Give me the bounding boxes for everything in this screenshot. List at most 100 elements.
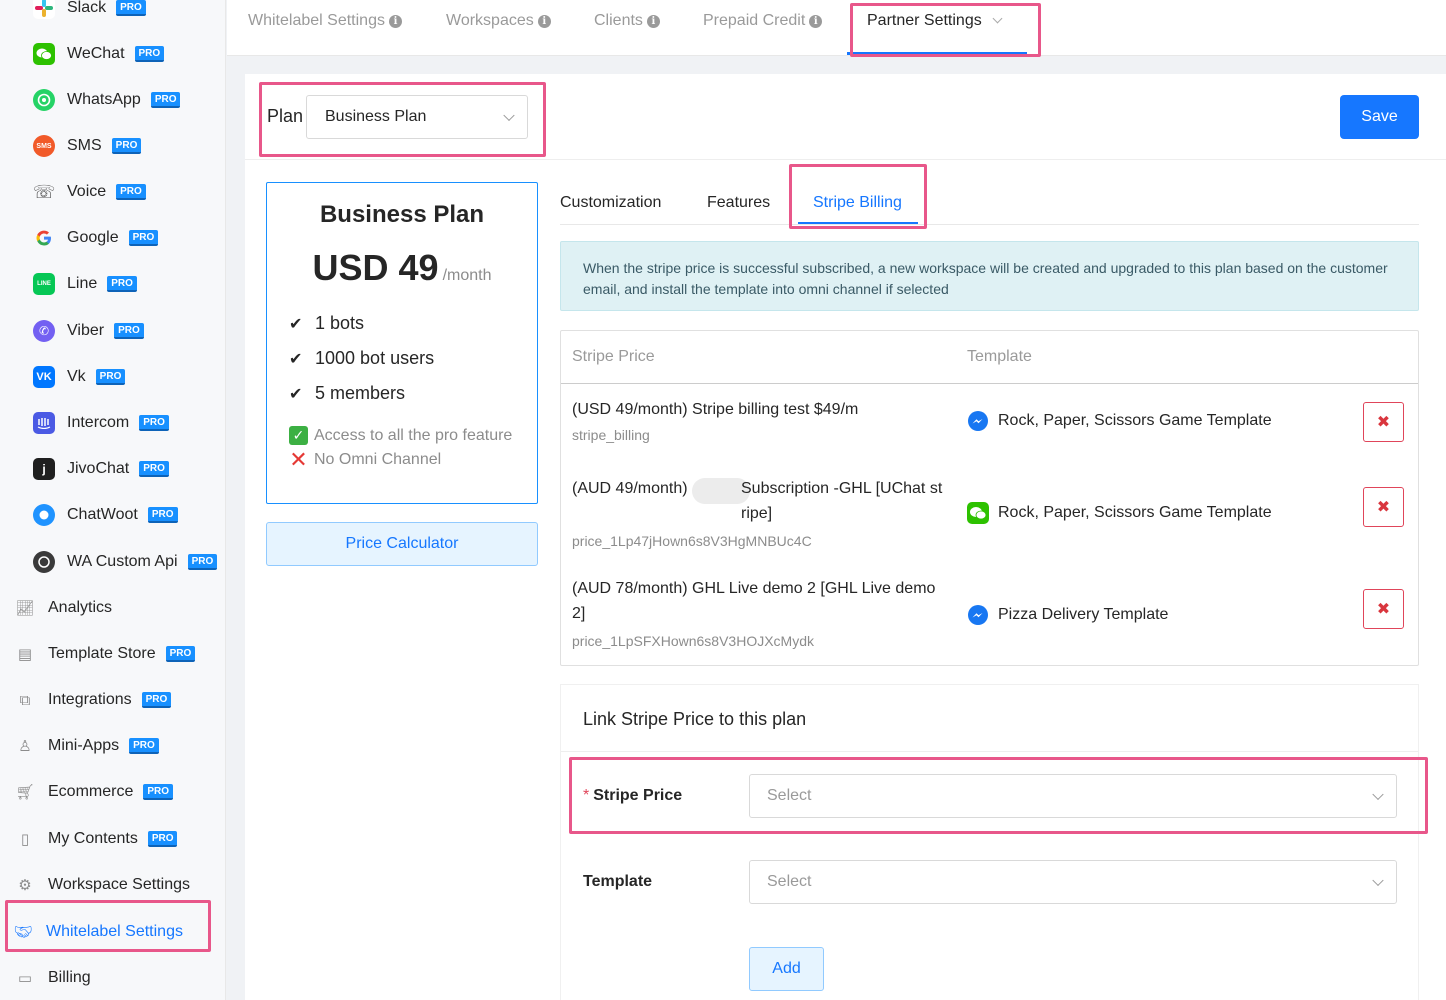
check-icon: ✔ bbox=[289, 385, 303, 403]
tab-customization[interactable]: Customization bbox=[560, 194, 661, 212]
tab-partner-settings[interactable]: Partner Settings bbox=[867, 12, 1003, 30]
price-title: (AUD 49/month) Subscription -GHL [UChat … bbox=[572, 476, 947, 522]
sidebar-item-label: Mini-Apps bbox=[48, 737, 120, 754]
sidebar-item-slack[interactable]: Slack PRO bbox=[33, 0, 146, 28]
billing-icon: ▭ bbox=[17, 970, 33, 987]
pro-badge: PRO bbox=[141, 692, 172, 708]
sidebar-item-analytics[interactable]: 📈︎ Analytics bbox=[14, 588, 112, 628]
messenger-icon bbox=[967, 604, 989, 626]
tab-workspaces[interactable]: Workspaces i bbox=[446, 12, 551, 30]
pro-badge: PRO bbox=[95, 369, 126, 385]
plan-price: USD 49 bbox=[312, 247, 439, 288]
sidebar-item-jivochat[interactable]: j JivoChat PRO bbox=[33, 449, 169, 489]
sidebar-item-wechat[interactable]: WeChat PRO bbox=[33, 34, 165, 74]
template-cell: Pizza Delivery Template bbox=[967, 604, 1168, 626]
pro-badge: PRO bbox=[111, 138, 142, 154]
sidebar-item-label: Analytics bbox=[48, 599, 113, 616]
info-icon: i bbox=[388, 14, 402, 28]
delete-button[interactable]: ✖ bbox=[1363, 402, 1404, 442]
chevron-down-icon bbox=[1372, 788, 1384, 801]
pro-badge: PRO bbox=[147, 831, 178, 847]
sidebar-item-voice[interactable]: ☏ Voice PRO bbox=[33, 172, 146, 212]
template-name: Pizza Delivery Template bbox=[998, 606, 1169, 623]
feature-text: 1 bots bbox=[315, 313, 365, 333]
sidebar-item-whatsapp[interactable]: WhatsApp PRO bbox=[33, 80, 181, 120]
sidebar-item-label: Vk bbox=[67, 368, 86, 385]
plan-select[interactable]: Business Plan bbox=[306, 95, 528, 139]
sidebar-item-workspace-settings[interactable]: ⚙ Workspace Settings bbox=[14, 865, 190, 905]
chevron-down-icon bbox=[503, 109, 515, 122]
price-calculator-button[interactable]: Price Calculator bbox=[266, 522, 538, 566]
sidebar-item-line[interactable]: LINE Line PRO bbox=[33, 264, 137, 304]
tab-label: Partner Settings bbox=[867, 12, 982, 29]
plan-name: Business Plan bbox=[319, 201, 485, 228]
pro-badge: PRO bbox=[150, 92, 181, 108]
select-placeholder: Select bbox=[767, 787, 812, 804]
plan-feature: ✔ 1 bots bbox=[289, 313, 364, 334]
pro-badge: PRO bbox=[187, 554, 218, 570]
wechat-icon bbox=[967, 502, 989, 524]
gear-icon: ⚙ bbox=[18, 877, 32, 894]
sidebar-item-integrations[interactable]: ⧉ Integrations PRO bbox=[14, 680, 172, 720]
template-name: Rock, Paper, Scissors Game Template bbox=[998, 504, 1272, 521]
wechat-icon bbox=[33, 43, 55, 65]
active-tab-underline bbox=[847, 52, 1027, 55]
sidebar-item-label: ChatWoot bbox=[67, 506, 138, 523]
extra-text: No Omni Channel bbox=[314, 450, 442, 468]
select-placeholder: Select bbox=[767, 873, 812, 890]
pro-badge: PRO bbox=[147, 507, 178, 523]
wa-custom-api-icon bbox=[33, 551, 55, 573]
stripe-price-select[interactable]: Select bbox=[749, 774, 1397, 818]
tab-clients[interactable]: Clients i bbox=[594, 12, 660, 30]
tab-whitelabel-settings[interactable]: Whitelabel Settings i bbox=[248, 12, 402, 30]
sidebar-item-whitelabel-settings[interactable]: 🤝︎ Whitelabel Settings bbox=[12, 912, 183, 952]
price-title: (USD 49/month) Stripe billing test $49/m bbox=[572, 401, 859, 418]
info-icon: i bbox=[809, 14, 823, 28]
handshake-icon: 🤝︎ bbox=[13, 924, 33, 941]
google-icon bbox=[33, 227, 55, 249]
add-button[interactable]: Add bbox=[749, 947, 824, 991]
tab-stripe-billing[interactable]: Stripe Billing bbox=[813, 194, 902, 212]
sidebar-item-my-contents[interactable]: ▯ My Contents PRO bbox=[14, 819, 178, 859]
info-icon: i bbox=[537, 14, 551, 28]
column-header-template: Template bbox=[967, 348, 1032, 365]
plan-select-value: Business Plan bbox=[325, 108, 427, 125]
sidebar-item-viber[interactable]: ✆ Viber PRO bbox=[33, 311, 144, 351]
sidebar-item-vk[interactable]: VK Vk PRO bbox=[33, 357, 126, 397]
sidebar-item-intercom[interactable]: Intercom PRO bbox=[33, 403, 169, 443]
active-tab-underline bbox=[798, 222, 918, 224]
table-row: (USD 49/month) Stripe billing test $49/m… bbox=[561, 384, 1418, 467]
tab-label: Prepaid Credit bbox=[703, 12, 806, 29]
sidebar-item-label: WhatsApp bbox=[67, 91, 141, 108]
sidebar-item-sms[interactable]: SMS SMS PRO bbox=[33, 126, 142, 166]
sidebar-item-ecommerce[interactable]: 🛒︎ Ecommerce PRO bbox=[14, 772, 174, 812]
template-select[interactable]: Select bbox=[749, 860, 1397, 904]
price-id: stripe_billing bbox=[572, 427, 650, 443]
delete-button[interactable]: ✖ bbox=[1363, 589, 1404, 629]
check-box-icon: ✓ bbox=[289, 426, 308, 445]
feature-text: 5 members bbox=[315, 383, 406, 403]
sidebar-item-label: Voice bbox=[67, 183, 107, 200]
pro-badge: PRO bbox=[116, 0, 146, 16]
chevron-down-icon bbox=[1372, 874, 1384, 887]
plan-feature: ✔ 1000 bot users bbox=[289, 348, 434, 369]
tab-prepaid-credit[interactable]: Prepaid Credit i bbox=[703, 12, 823, 30]
sidebar-item-chatwoot[interactable]: ChatWoot PRO bbox=[33, 495, 178, 535]
sidebar-item-google[interactable]: Google PRO bbox=[33, 218, 159, 258]
sidebar-item-label: Slack bbox=[67, 0, 107, 16]
sidebar-item-billing[interactable]: ▭ Billing bbox=[14, 958, 91, 998]
required-mark: * bbox=[583, 787, 590, 804]
sidebar-item-label: Integrations bbox=[48, 691, 132, 708]
sidebar-item-wa-custom-api[interactable]: WA Custom Api PRO bbox=[33, 542, 218, 582]
template-store-icon: ▤ bbox=[17, 646, 33, 663]
whatsapp-icon bbox=[33, 89, 55, 111]
sidebar-item-label: Google bbox=[67, 229, 119, 246]
sidebar-item-label: SMS bbox=[67, 137, 102, 154]
sidebar-item-template-store[interactable]: ▤ Template Store PRO bbox=[14, 634, 196, 674]
save-button[interactable]: Save bbox=[1340, 95, 1419, 139]
tab-features[interactable]: Features bbox=[707, 194, 770, 212]
delete-button[interactable]: ✖ bbox=[1363, 487, 1404, 527]
sidebar-item-label: Whitelabel Settings bbox=[46, 923, 183, 940]
sidebar-item-label: Billing bbox=[48, 969, 91, 986]
sidebar-item-mini-apps[interactable]: ♙ Mini-Apps PRO bbox=[14, 726, 159, 766]
